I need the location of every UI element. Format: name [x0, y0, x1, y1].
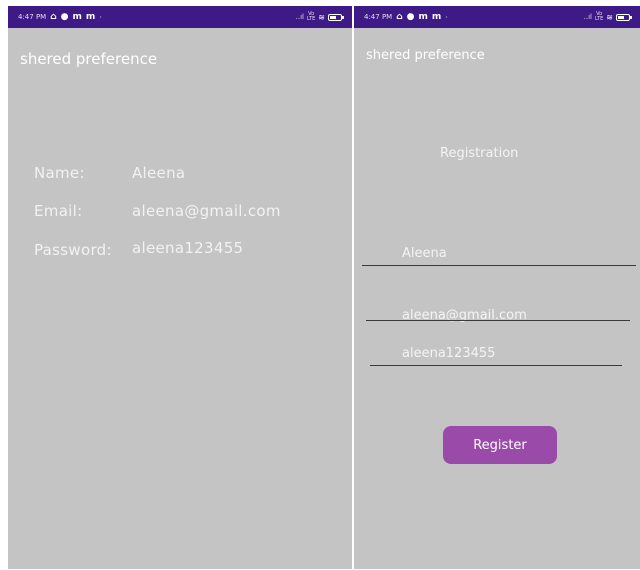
wifi-icon: ≋ [318, 12, 325, 22]
battery-icon [328, 13, 344, 21]
password-input[interactable]: aleena123455 [402, 346, 495, 361]
gmail-icon: m [418, 11, 428, 22]
battery-icon [616, 13, 632, 21]
profile-screen: 4:47 PM ⌂ ● m m · ..ıl Vo LTE ≋ shered pr… [8, 6, 352, 569]
gmail-icon: m [431, 11, 442, 22]
app-title: shered preference [366, 48, 485, 63]
gmail-icon: ● [60, 11, 69, 22]
email-input-underline [366, 320, 630, 321]
password-value: aleena123455 [132, 239, 244, 257]
volte-icon: Vo LTE [594, 11, 604, 22]
notification-icon: ⌂ [396, 11, 403, 22]
password-label: Password: [34, 241, 112, 259]
signal-icon: ..ıl [295, 13, 304, 21]
email-value: aleena@gmail.com [132, 202, 281, 220]
volte-icon: Vo LTE [306, 11, 316, 22]
gmail-icon: m [85, 11, 96, 22]
password-input-underline [370, 365, 622, 366]
registration-heading: Registration [440, 146, 519, 161]
gmail-icon: m [72, 11, 82, 22]
name-label: Name: [34, 164, 85, 182]
gmail-icon: ● [406, 11, 415, 22]
signal-icon: ..ıl [583, 13, 592, 21]
app-title: shered preference [20, 50, 158, 68]
wifi-icon: ≋ [606, 12, 613, 22]
registration-screen: 4:47 PM ⌂ ● m m · ..ıl Vo LTE ≋ shered pr… [354, 6, 640, 569]
email-label: Email: [34, 202, 83, 220]
status-dot: · [445, 12, 448, 22]
status-dot: · [99, 12, 102, 22]
name-input[interactable]: Aleena [402, 246, 447, 261]
status-time: 4:47 PM [364, 13, 393, 21]
name-value: Aleena [132, 164, 186, 182]
register-button[interactable]: Register [443, 426, 557, 464]
status-time: 4:47 PM [18, 13, 47, 21]
notification-icon: ⌂ [50, 11, 57, 22]
status-bar: 4:47 PM ⌂ ● m m · ..ıl Vo LTE ≋ [354, 6, 640, 28]
status-bar: 4:47 PM ⌂ ● m m · ..ıl Vo LTE ≋ [8, 6, 352, 28]
name-input-underline [362, 265, 636, 266]
